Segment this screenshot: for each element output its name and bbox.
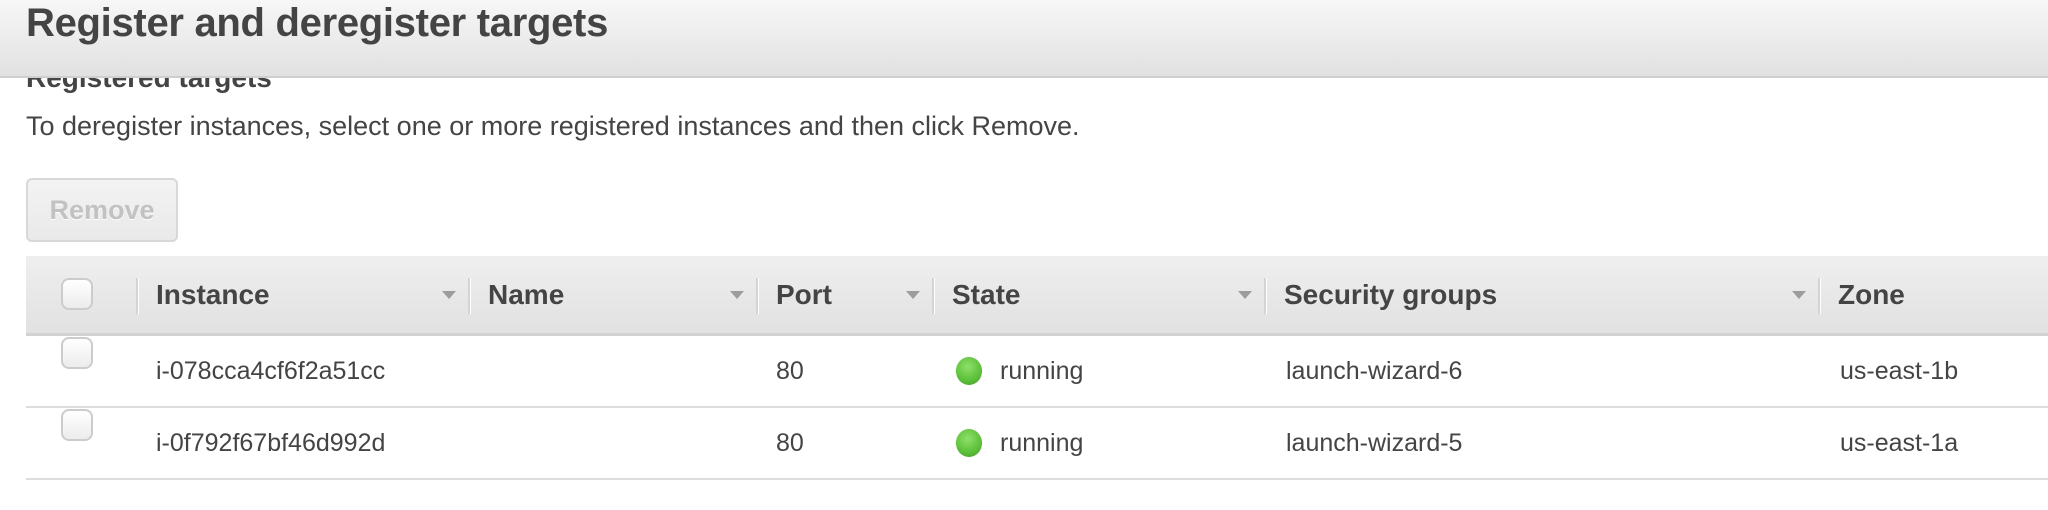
column-label: Instance [156, 278, 270, 310]
cell-security-groups: launch-wizard-5 [1286, 428, 1463, 457]
register-targets-page: Register and deregister targets Register… [0, 0, 2048, 510]
registered-targets-table: Instance Name Port State Security groups… [26, 256, 2048, 480]
column-divider [932, 278, 935, 314]
table-row[interactable]: i-0f792f67bf46d992d 80 running launch-wi… [26, 408, 2048, 480]
column-label: State [952, 278, 1021, 310]
instructions-text: To deregister instances, select one or m… [26, 111, 1080, 141]
row-select-checkbox[interactable] [61, 409, 93, 441]
column-header-port[interactable]: Port [756, 256, 932, 333]
modal-header: Register and deregister targets [0, 0, 2048, 78]
column-divider [1264, 278, 1267, 314]
state-text: running [1000, 428, 1084, 457]
sort-arrow-icon[interactable] [730, 291, 744, 299]
column-divider [468, 278, 471, 314]
column-header-name[interactable]: Name [468, 256, 756, 333]
modal-title: Register and deregister targets [26, 1, 609, 45]
sort-arrow-icon[interactable] [1792, 291, 1806, 299]
cell-state: running [956, 408, 1083, 478]
select-all-checkbox[interactable] [61, 278, 93, 310]
cell-instance: i-0f792f67bf46d992d [156, 428, 386, 457]
column-divider [136, 278, 139, 314]
sort-arrow-icon[interactable] [442, 291, 456, 299]
column-label: Name [488, 278, 565, 310]
column-label: Security groups [1284, 278, 1498, 310]
column-divider [756, 278, 759, 314]
cell-port: 80 [776, 356, 804, 385]
table-row[interactable]: i-078cca4cf6f2a51cc 80 running launch-wi… [26, 336, 2048, 408]
row-select-checkbox[interactable] [61, 337, 93, 369]
column-header-state[interactable]: State [932, 256, 1264, 333]
green-status-dot-icon [956, 429, 982, 457]
table-header: Instance Name Port State Security groups… [26, 256, 2048, 336]
cell-zone: us-east-1b [1840, 356, 1959, 385]
cell-security-groups: launch-wizard-6 [1286, 356, 1463, 385]
cell-port: 80 [776, 428, 804, 457]
state-text: running [1000, 356, 1084, 385]
column-label: Zone [1838, 278, 1905, 310]
sort-arrow-icon[interactable] [906, 291, 920, 299]
column-divider [1818, 278, 1821, 314]
cell-state: running [956, 336, 1083, 406]
cell-instance: i-078cca4cf6f2a51cc [156, 356, 386, 385]
remove-button[interactable]: Remove [26, 178, 178, 242]
column-header-instance[interactable]: Instance [136, 256, 468, 333]
cell-zone: us-east-1a [1840, 428, 1959, 457]
sort-arrow-icon[interactable] [1238, 291, 1252, 299]
column-label: Port [776, 278, 832, 310]
column-header-security-groups[interactable]: Security groups [1264, 256, 1818, 333]
column-header-zone[interactable]: Zone [1818, 256, 2048, 333]
green-status-dot-icon [956, 357, 982, 385]
